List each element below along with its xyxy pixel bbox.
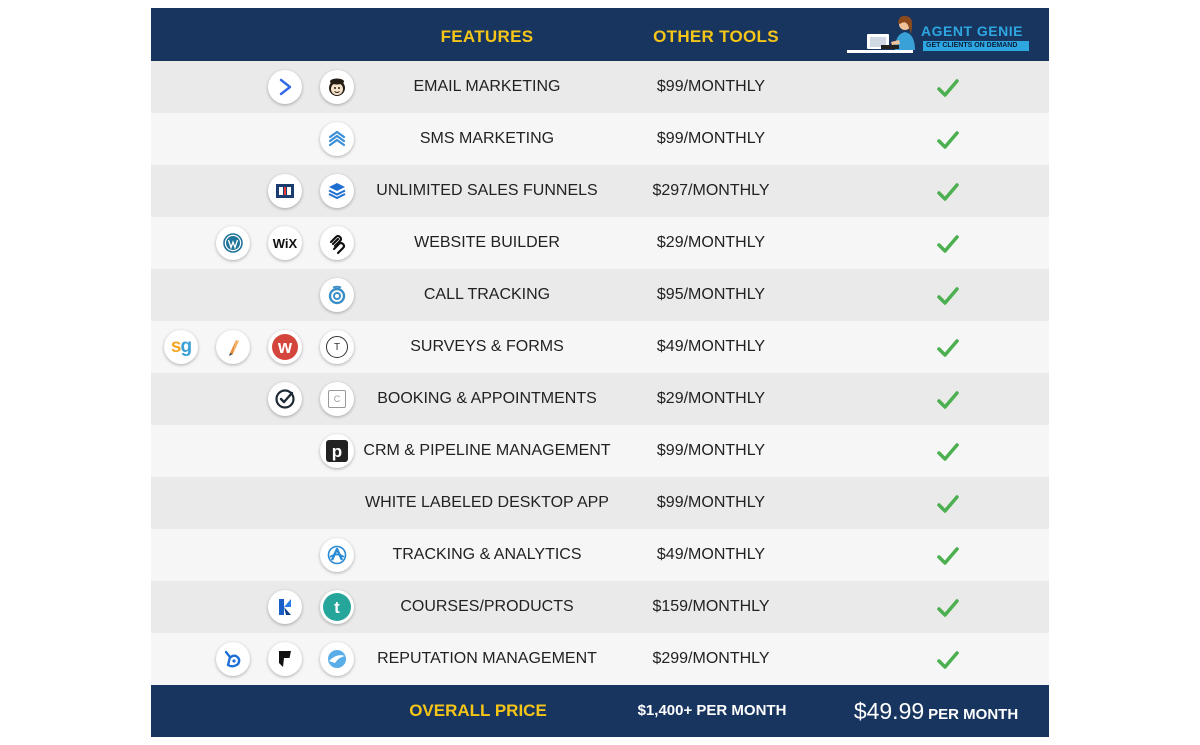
table-row: SMS MARKETING $99/MONTHLY: [151, 113, 1049, 165]
feature-rows: EMAIL MARKETING $99/MONTHLY SMS MARKETIN…: [151, 61, 1049, 685]
brand-tagline: GET CLIENTS ON DEMAND: [923, 41, 1029, 51]
feature-name: REPUTATION MANAGEMENT: [377, 650, 597, 667]
table-footer: OVERALL PRICE $1,400+ PER MONTH $49.99 PE…: [151, 685, 1049, 737]
other-tools-price: $99/MONTHLY: [656, 130, 766, 147]
table-header: FEATURES OTHER TOOLS AGENT GENIE GET CLI…: [151, 8, 1049, 61]
feature-name: WEBSITE BUILDER: [414, 234, 560, 251]
checkmark-icon: [937, 391, 959, 409]
squarespace-icon: [320, 226, 354, 260]
feature-name: SURVEYS & FORMS: [410, 338, 564, 355]
feature-name: TRACKING & ANALYTICS: [392, 546, 582, 563]
feature-name: UNLIMITED SALES FUNNELS: [376, 182, 598, 199]
other-tools-price: $297/MONTHLY: [652, 182, 770, 199]
table-row: p CRM & PIPELINE MANAGEMENT $99/MONTHLY: [151, 425, 1049, 477]
wix-icon: WiX: [268, 226, 302, 260]
typeform-letter: T: [333, 341, 341, 353]
feature-name: EMAIL MARKETING: [413, 78, 561, 95]
pipedrive-letter: p: [331, 441, 343, 461]
table-row: T w sg SURVEYS & FORMS $49/MONTHLY: [151, 321, 1049, 373]
checkmark-icon: [937, 547, 959, 565]
table-row: UNLIMITED SALES FUNNELS $297/MONTHLY: [151, 165, 1049, 217]
bird-wing-icon: [320, 642, 354, 676]
other-tools-column-header: OTHER TOOLS: [653, 27, 779, 46]
surveygizmo-icon: sg: [164, 330, 198, 364]
pencil-icon: [216, 330, 250, 364]
agent-genie-price-amount: $49.99: [853, 698, 925, 724]
checkmark-icon: [937, 443, 959, 461]
checkmark-icon: [937, 79, 959, 97]
wix-logo-text: WiX: [272, 235, 298, 251]
wordpress-icon: [216, 226, 250, 260]
wufoo-letter: w: [277, 337, 292, 357]
checkmark-icon: [937, 287, 959, 305]
table-row: REPUTATION MANAGEMENT $299/MONTHLY: [151, 633, 1049, 685]
clickfunnels-icon: [268, 174, 302, 208]
feature-name: CRM & PIPELINE MANAGEMENT: [363, 442, 611, 459]
brand-name: AGENT GENIE: [921, 23, 1023, 39]
table-row: C BOOKING & APPOINTMENTS $29/MONTHLY: [151, 373, 1049, 425]
kajabi-icon: [268, 590, 302, 624]
other-tools-price: $99/MONTHLY: [656, 78, 766, 95]
other-tools-price: $49/MONTHLY: [656, 546, 766, 563]
feature-name: COURSES/PRODUCTS: [400, 598, 574, 615]
agent-genie-price-period: PER MONTH: [928, 706, 1019, 723]
calendar-icon: C: [320, 382, 354, 416]
checkmark-icon: [937, 131, 959, 149]
sms-chevrons-icon: [320, 122, 354, 156]
checkmark-icon: [937, 183, 959, 201]
calendar-letter: C: [333, 394, 341, 404]
table-row: WiX WEBSITE BUILDER $29/MONTHLY: [151, 217, 1049, 269]
other-tools-price: $99/MONTHLY: [656, 494, 766, 511]
callrail-icon: [320, 278, 354, 312]
other-tools-price: $99/MONTHLY: [656, 442, 766, 459]
feature-name: BOOKING & APPOINTMENTS: [377, 390, 597, 407]
mailchimp-icon: [320, 70, 354, 104]
table-row: t COURSES/PRODUCTS $159/MONTHLY: [151, 581, 1049, 633]
other-tools-price: $29/MONTHLY: [656, 234, 766, 251]
wufoo-icon: w: [268, 330, 302, 364]
table-row: CALL TRACKING $95/MONTHLY: [151, 269, 1049, 321]
analytics-icon: [320, 538, 354, 572]
typeform-icon: T: [320, 330, 354, 364]
pipedrive-icon: p: [320, 434, 354, 468]
foursquare-icon: [268, 642, 302, 676]
feature-name: WHITE LABELED DESKTOP APP: [365, 494, 609, 511]
other-tools-total-price: $1,400+ PER MONTH: [637, 702, 787, 719]
genie-mascot-icon: [847, 15, 915, 53]
other-tools-price: $29/MONTHLY: [656, 390, 766, 407]
table-row: EMAIL MARKETING $99/MONTHLY: [151, 61, 1049, 113]
checkmark-icon: [937, 235, 959, 253]
other-tools-price: $95/MONTHLY: [656, 286, 766, 303]
table-row: TRACKING & ANALYTICS $49/MONTHLY: [151, 529, 1049, 581]
checkmark-icon: [937, 651, 959, 669]
other-tools-price: $299/MONTHLY: [652, 650, 770, 667]
pricing-comparison-table: FEATURES OTHER TOOLS AGENT GENIE GET CLI…: [151, 8, 1049, 737]
teachable-letter: t: [334, 597, 340, 617]
feature-name: CALL TRACKING: [423, 286, 551, 303]
agent-genie-total-price: $49.99 PER MONTH: [841, 685, 1031, 737]
checkmark-icon: [937, 339, 959, 357]
acuity-check-icon: [268, 382, 302, 416]
surveygizmo-letter-g: g: [180, 336, 192, 357]
table-row: WHITE LABELED DESKTOP APP $99/MONTHLY: [151, 477, 1049, 529]
activecampaign-icon: [268, 70, 302, 104]
other-tools-price: $159/MONTHLY: [652, 598, 770, 615]
checkmark-icon: [937, 495, 959, 513]
agent-genie-logo: AGENT GENIE GET CLIENTS ON DEMAND: [845, 14, 1035, 58]
checkmark-icon: [937, 599, 959, 617]
birdeye-icon: [216, 642, 250, 676]
stacked-layers-icon: [320, 174, 354, 208]
other-tools-price: $49/MONTHLY: [656, 338, 766, 355]
features-column-header: FEATURES: [440, 27, 534, 46]
teachable-icon: t: [320, 590, 354, 624]
overall-price-label: OVERALL PRICE: [409, 701, 547, 720]
feature-name: SMS MARKETING: [419, 130, 555, 147]
